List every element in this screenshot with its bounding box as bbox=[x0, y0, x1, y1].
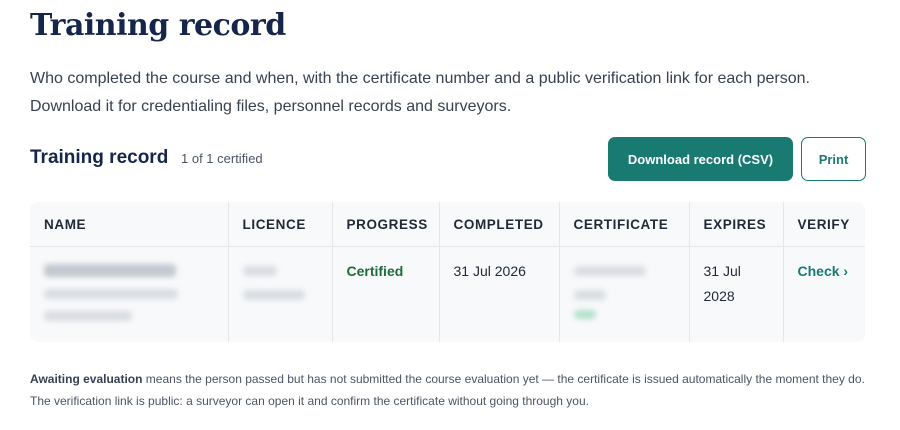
verify-cell: Check › bbox=[782, 246, 865, 342]
name-cell bbox=[30, 247, 228, 343]
redacted-detail bbox=[44, 289, 178, 299]
table-row: Certified 31 Jul 2026 31 Jul 2028 Check … bbox=[30, 246, 865, 343]
column-header-certificate: CERTIFICATE bbox=[558, 202, 689, 247]
section-title: Training record bbox=[30, 147, 169, 168]
redacted-certificate bbox=[573, 310, 596, 319]
column-header-verify: VERIFY bbox=[782, 202, 865, 247]
training-table: NAME LICENCE PROGRESS COMPLETED CERTIFIC… bbox=[30, 202, 865, 342]
column-header-progress: PROGRESS bbox=[331, 202, 439, 247]
column-header-licence: LICENCE bbox=[227, 202, 332, 247]
status-badge: Certified bbox=[346, 263, 404, 279]
footnote: Awaiting evaluation means the person pas… bbox=[30, 368, 870, 412]
redacted-licence bbox=[242, 266, 277, 276]
check-link[interactable]: Check › bbox=[798, 263, 849, 279]
redacted-detail bbox=[44, 311, 132, 321]
redacted-certificate bbox=[573, 290, 606, 300]
expires-cell: 31 Jul 2028 bbox=[688, 246, 783, 342]
certificate-cell bbox=[558, 246, 689, 342]
print-button[interactable]: Print bbox=[801, 137, 866, 181]
certified-count: 1 of 1 certified bbox=[181, 151, 263, 166]
table-header-row: NAME LICENCE PROGRESS COMPLETED CERTIFIC… bbox=[30, 202, 865, 247]
completed-cell: 31 Jul 2026 bbox=[438, 246, 559, 342]
redacted-licence bbox=[242, 290, 305, 300]
column-header-expires: EXPIRES bbox=[688, 202, 783, 247]
licence-cell bbox=[227, 246, 332, 342]
footnote-term: Awaiting evaluation bbox=[30, 372, 143, 386]
page-title: Training record bbox=[30, 8, 286, 43]
training-record-page: Training record Who completed the course… bbox=[0, 0, 900, 430]
footnote-text: means the person passed but has not subm… bbox=[30, 372, 865, 408]
column-header-name: NAME bbox=[30, 202, 228, 247]
redacted-certificate bbox=[573, 266, 646, 276]
download-csv-button[interactable]: Download record (CSV) bbox=[608, 137, 793, 181]
page-intro: Who completed the course and when, with … bbox=[30, 70, 810, 115]
redacted-name bbox=[44, 264, 176, 277]
progress-cell: Certified bbox=[331, 246, 439, 342]
record-toolbar: Training record 1 of 1 certified Downloa… bbox=[30, 137, 866, 181]
column-header-completed: COMPLETED bbox=[438, 202, 559, 247]
